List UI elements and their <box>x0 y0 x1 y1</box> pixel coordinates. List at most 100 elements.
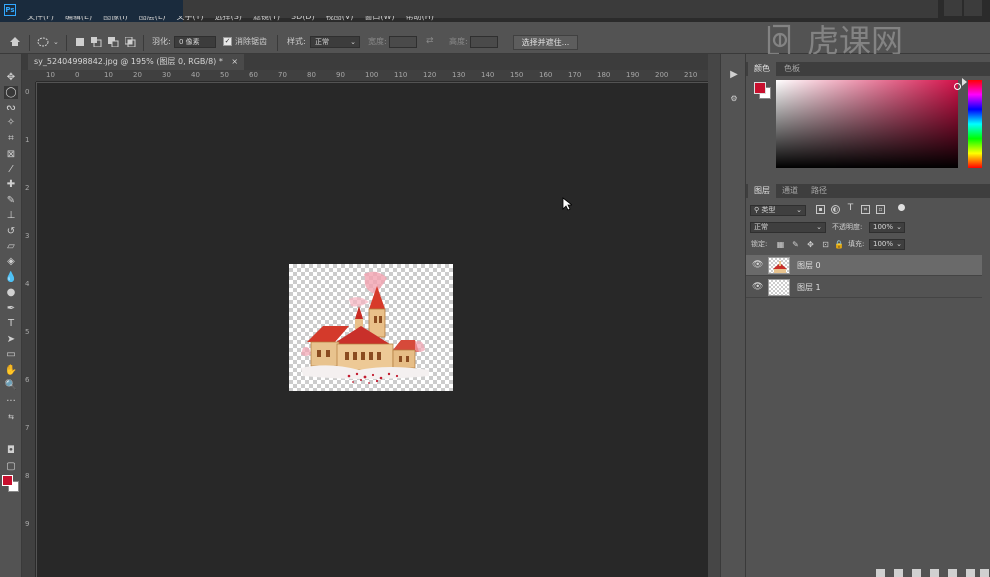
tab-color[interactable]: 颜色 <box>748 62 776 76</box>
rectangle-tool-icon[interactable]: ▭ <box>4 348 18 361</box>
maximize-button[interactable] <box>964 0 982 16</box>
filter-pixel-layer-icon[interactable]: ▪ <box>816 205 825 214</box>
new-group-icon[interactable] <box>948 569 957 577</box>
ruler-h-label: 190 <box>626 71 640 79</box>
feather-input[interactable]: 0 像素 <box>174 36 216 48</box>
link-layers-icon[interactable] <box>876 569 885 577</box>
filter-toggle-icon[interactable] <box>898 204 905 211</box>
visibility-eye-icon[interactable]: 👁 <box>752 260 763 271</box>
color-picker-field[interactable] <box>776 80 958 168</box>
ruler-corner <box>22 70 36 82</box>
layer-style-icon[interactable] <box>894 569 903 577</box>
default-colors-icon[interactable]: ⇆ <box>4 410 18 423</box>
properties-panel-icon[interactable]: ⚙ <box>726 92 742 106</box>
width-label: 宽度: <box>368 37 387 46</box>
layer-row-layer-1[interactable]: 👁 图层 1 <box>746 277 982 298</box>
delete-layer-icon[interactable] <box>980 569 989 577</box>
foreground-color-swatch[interactable] <box>2 475 13 486</box>
filter-type-layer-icon[interactable]: T <box>846 204 855 214</box>
eyedropper-tool-icon[interactable]: ⁄ <box>4 163 18 176</box>
color-panel-foreground-swatch[interactable] <box>754 82 766 94</box>
magic-wand-tool-icon[interactable]: ✧ <box>4 116 18 129</box>
add-mask-icon[interactable] <box>912 569 921 577</box>
visibility-eye-icon[interactable]: 👁 <box>752 282 763 293</box>
lock-image-pixels-icon[interactable]: ✎ <box>791 240 800 249</box>
healing-brush-tool-icon[interactable]: ✚ <box>4 178 18 191</box>
paint-bucket-tool-icon[interactable]: ◈ <box>4 255 18 268</box>
blend-mode-value: 正常 <box>754 223 768 231</box>
document-tab-bar: sy_52404998842.jpg @ 195% (图层 0, RGB/8) … <box>22 54 722 70</box>
new-adjustment-layer-icon[interactable] <box>930 569 939 577</box>
layer-filter-select[interactable]: ⚲ 类型 ⌄ <box>750 205 806 216</box>
antialias-checkbox[interactable]: ✓ <box>223 37 232 46</box>
ruler-h-label: 10 <box>104 71 113 79</box>
lasso-tool-icon[interactable]: ᔓ <box>4 101 18 114</box>
elliptical-marquee-tool-icon[interactable] <box>37 37 51 47</box>
canvas-vertical-scrollbar[interactable] <box>708 54 720 577</box>
tool-preset-chevron-icon[interactable]: ⌄ <box>53 35 59 49</box>
pen-tool-icon[interactable]: ✒ <box>4 302 18 315</box>
minimize-button[interactable] <box>944 0 962 16</box>
filter-adjustment-layer-icon[interactable]: ◐ <box>831 205 840 214</box>
move-tool-icon[interactable]: ✥ <box>4 71 18 84</box>
tab-channels[interactable]: 通道 <box>776 184 804 198</box>
intersect-selection-icon[interactable] <box>125 37 136 47</box>
fill-input[interactable]: 100% ⌄ <box>869 239 905 250</box>
lock-transparent-pixels-icon[interactable]: ▦ <box>776 240 785 249</box>
zoom-tool-icon[interactable]: 🔍 <box>4 379 18 392</box>
document-canvas[interactable] <box>289 264 453 391</box>
hand-tool-icon[interactable]: ✋ <box>4 364 18 377</box>
tab-layers[interactable]: 图层 <box>748 184 776 198</box>
swap-width-height-icon[interactable]: ⇄ <box>426 35 434 49</box>
hue-slider-arrow-icon[interactable] <box>962 78 967 86</box>
ruler-h-label: 50 <box>220 71 229 79</box>
tab-swatches[interactable]: 色板 <box>778 62 806 76</box>
history-brush-tool-icon[interactable]: ↺ <box>4 225 18 238</box>
layer-row-layer-0[interactable]: 👁 图层 0 <box>746 255 982 276</box>
type-tool-icon[interactable]: T <box>4 317 18 330</box>
elliptical-marquee-tool-icon[interactable]: ◯ <box>4 86 18 99</box>
new-layer-icon[interactable] <box>966 569 975 577</box>
width-input[interactable] <box>389 36 417 48</box>
blur-tool-icon[interactable]: 💧 <box>4 271 18 284</box>
path-selection-tool-icon[interactable]: ➤ <box>4 333 18 346</box>
screen-mode-icon[interactable]: ▢ <box>4 460 18 473</box>
document-tab[interactable]: sy_52404998842.jpg @ 195% (图层 0, RGB/8) … <box>28 54 245 70</box>
brush-tool-icon[interactable]: ✎ <box>4 194 18 207</box>
eraser-tool-icon[interactable]: ▱ <box>4 240 18 253</box>
mouse-cursor-icon <box>562 197 572 211</box>
add-to-selection-icon[interactable] <box>91 37 102 47</box>
tab-paths[interactable]: 路径 <box>805 184 833 198</box>
opacity-input[interactable]: 100% ⌄ <box>869 222 905 233</box>
history-panel-icon[interactable]: ▶ <box>726 68 742 82</box>
color-picker-cursor[interactable] <box>954 83 961 90</box>
hue-slider[interactable] <box>968 80 982 168</box>
home-icon[interactable] <box>9 36 20 46</box>
lock-artboard-icon[interactable]: ⊡ <box>821 240 830 249</box>
lock-position-icon[interactable]: ✥ <box>806 240 815 249</box>
separator <box>277 35 278 51</box>
ruler-v-label: 5 <box>25 328 30 336</box>
quick-mask-icon[interactable]: ◘ <box>4 444 18 457</box>
filter-shape-layer-icon[interactable]: ⌗ <box>861 205 870 214</box>
new-selection-icon[interactable] <box>75 37 86 47</box>
ruler-h-label: 70 <box>278 71 287 79</box>
frame-tool-icon[interactable]: ⊠ <box>4 148 18 161</box>
more-tools-icon[interactable]: ··· <box>4 395 18 408</box>
style-select[interactable]: 正常 ⌄ <box>310 36 360 48</box>
close-tab-icon[interactable]: × <box>231 57 238 66</box>
separator <box>143 35 144 51</box>
ruler-h-label: 210 <box>684 71 698 79</box>
opacity-label: 不透明度: <box>832 223 863 231</box>
lock-all-icon[interactable]: 🔒 <box>834 240 844 249</box>
filter-smart-object-icon[interactable]: ▫ <box>876 205 885 214</box>
dodge-tool-icon[interactable]: ● <box>4 286 18 299</box>
crop-tool-icon[interactable]: ⌗ <box>4 132 18 145</box>
select-and-mask-button[interactable]: 选择并遮住... <box>513 35 578 50</box>
clone-stamp-tool-icon[interactable]: ⊥ <box>4 209 18 222</box>
horizontal-ruler: 10 0 10 20 30 40 50 60 70 80 90 100 110 120 130 140 150 1… <box>36 70 708 82</box>
subtract-from-selection-icon[interactable] <box>108 37 119 47</box>
height-input[interactable] <box>470 36 498 48</box>
blend-mode-select[interactable]: 正常 ⌄ <box>750 222 826 233</box>
tools-panel: ✥ ◯ ᔓ ✧ ⌗ ⊠ ⁄ ✚ ✎ ⊥ ↺ ▱ ◈ 💧 ● ✒ T ➤ ▭ ✋ … <box>0 54 22 577</box>
